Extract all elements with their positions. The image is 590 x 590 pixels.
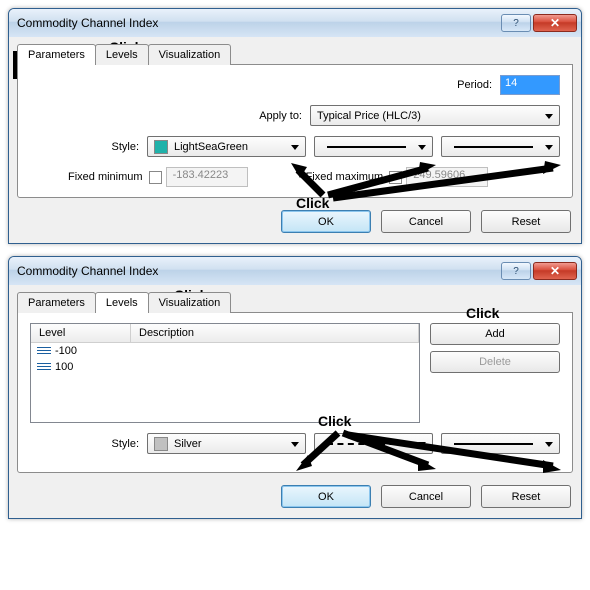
fixed-max-value: 249.59606 bbox=[406, 167, 488, 187]
col-description[interactable]: Description bbox=[131, 324, 419, 342]
line-preview bbox=[454, 443, 533, 445]
style-label: Style: bbox=[30, 141, 147, 153]
help-button[interactable]: ? bbox=[501, 14, 531, 32]
tab-parameters[interactable]: Parameters bbox=[17, 292, 96, 313]
table-row[interactable]: -100 bbox=[31, 343, 419, 359]
period-input[interactable]: 14 bbox=[500, 75, 560, 95]
dialog-levels: Commodity Channel Index ? ✕ Click Parame… bbox=[8, 256, 582, 519]
window-title: Commodity Channel Index bbox=[17, 264, 499, 278]
parameters-panel: Period: 14 Apply to: Typical Price (HLC/… bbox=[17, 64, 573, 198]
tab-visualization[interactable]: Visualization bbox=[148, 44, 232, 65]
cancel-button[interactable]: Cancel bbox=[381, 210, 471, 233]
fixed-min-value: -183.42223 bbox=[166, 167, 248, 187]
apply-to-label: Apply to: bbox=[259, 110, 310, 122]
tab-levels[interactable]: Levels bbox=[95, 44, 149, 65]
table-row[interactable]: 100 bbox=[31, 359, 419, 375]
fixed-min-label: Fixed minimum bbox=[68, 171, 143, 183]
style-width-combo[interactable] bbox=[441, 433, 560, 454]
style-line-combo[interactable] bbox=[314, 433, 433, 454]
help-button[interactable]: ? bbox=[501, 262, 531, 280]
click-annotation: Click bbox=[318, 413, 351, 429]
reset-button[interactable]: Reset bbox=[481, 210, 571, 233]
levels-panel: Click Level Description -100 100 Add Del… bbox=[17, 312, 573, 473]
fixed-max-checkbox[interactable] bbox=[389, 171, 402, 184]
line-preview bbox=[454, 146, 533, 148]
close-button[interactable]: ✕ bbox=[533, 262, 577, 280]
ok-button[interactable]: OK bbox=[281, 210, 371, 233]
period-label: Period: bbox=[457, 79, 500, 91]
reset-button[interactable]: Reset bbox=[481, 485, 571, 508]
click-annotation: Click bbox=[296, 195, 329, 211]
delete-button[interactable]: Delete bbox=[430, 351, 560, 373]
level-icon bbox=[37, 347, 51, 355]
style-label: Style: bbox=[30, 438, 147, 450]
list-header: Level Description bbox=[31, 324, 419, 343]
level-icon bbox=[37, 363, 51, 371]
fixed-max-label: Fixed maximum bbox=[306, 171, 384, 183]
add-button[interactable]: Add bbox=[430, 323, 560, 345]
line-preview bbox=[327, 146, 406, 148]
color-swatch bbox=[154, 437, 168, 451]
style-color-combo[interactable]: LightSeaGreen bbox=[147, 136, 306, 157]
fixed-min-checkbox[interactable] bbox=[149, 171, 162, 184]
titlebar[interactable]: Commodity Channel Index ? ✕ bbox=[9, 9, 581, 37]
dialog-parameters: Commodity Channel Index ? ✕ Click Parame… bbox=[8, 8, 582, 244]
levels-list[interactable]: Level Description -100 100 bbox=[30, 323, 420, 423]
apply-to-combo[interactable]: Typical Price (HLC/3) bbox=[310, 105, 560, 126]
tabstrip: Parameters Levels Visualization bbox=[9, 291, 581, 312]
style-width-combo[interactable] bbox=[441, 136, 560, 157]
col-level[interactable]: Level bbox=[31, 324, 131, 342]
titlebar[interactable]: Commodity Channel Index ? ✕ bbox=[9, 257, 581, 285]
color-swatch bbox=[154, 140, 168, 154]
tab-visualization[interactable]: Visualization bbox=[148, 292, 232, 313]
window-title: Commodity Channel Index bbox=[17, 16, 499, 30]
tab-parameters[interactable]: Parameters bbox=[17, 44, 96, 65]
tabstrip: Parameters Levels Visualization bbox=[9, 43, 581, 64]
button-bar: OK Cancel Reset bbox=[9, 479, 581, 518]
ok-button[interactable]: OK bbox=[281, 485, 371, 508]
line-preview bbox=[327, 443, 406, 445]
style-line-combo[interactable] bbox=[314, 136, 433, 157]
style-color-combo[interactable]: Silver bbox=[147, 433, 306, 454]
button-bar: OK Cancel Reset bbox=[9, 204, 581, 243]
cancel-button[interactable]: Cancel bbox=[381, 485, 471, 508]
tab-levels[interactable]: Levels bbox=[95, 292, 149, 313]
close-button[interactable]: ✕ bbox=[533, 14, 577, 32]
